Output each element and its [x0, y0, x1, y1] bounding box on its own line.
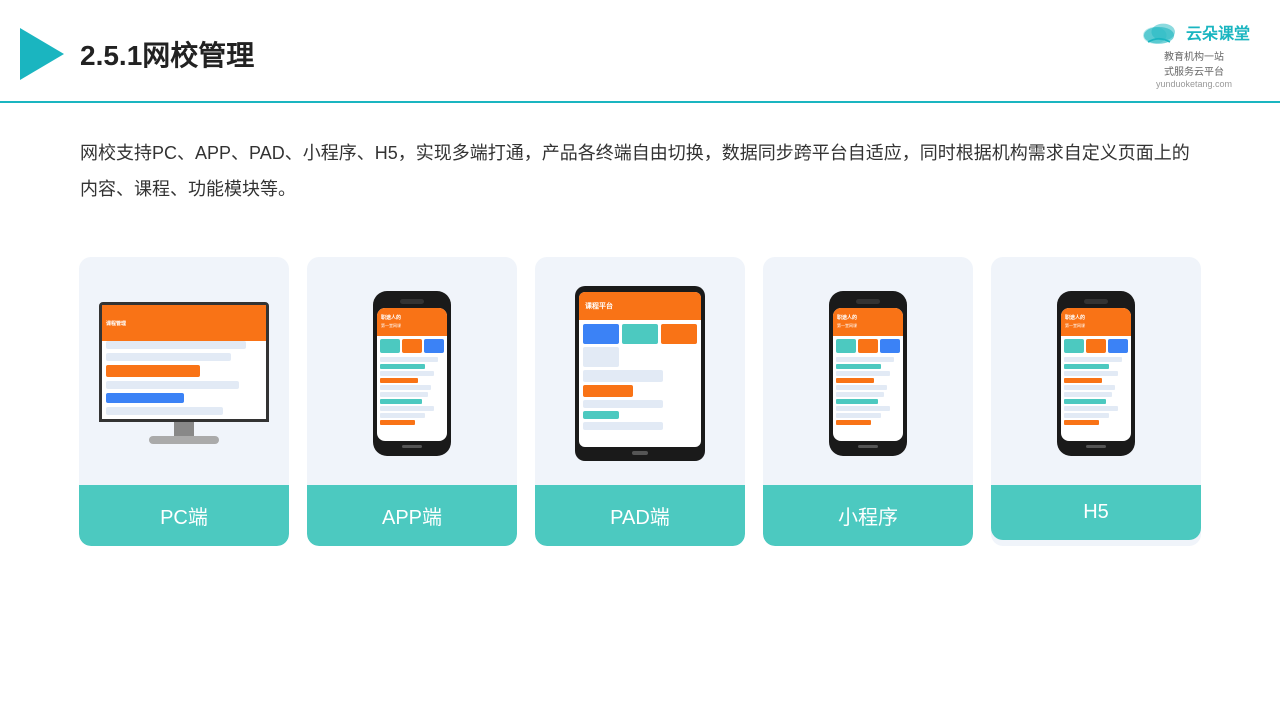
header-left: 2.5.1网校管理: [20, 28, 254, 80]
logo-triangle-icon: [20, 28, 64, 80]
logo-subtitle: 教育机构一站式服务云平台: [1164, 48, 1224, 78]
card-miniprogram-label: 小程序: [763, 485, 973, 546]
cloud-logo: 云朵课堂: [1138, 18, 1250, 46]
cards-container: 课程管理 PC端: [0, 237, 1280, 546]
card-pc-image: 课程管理: [79, 273, 289, 473]
page-title: 2.5.1网校管理: [80, 34, 254, 74]
card-pad-image: 课程平台: [535, 273, 745, 473]
description-text: 网校支持PC、APP、PAD、小程序、H5，实现多端打通，产品各终端自由切换，数…: [0, 103, 1280, 227]
cloud-icon: [1138, 18, 1180, 46]
brand-logo: 云朵课堂 教育机构一站式服务云平台 yunduoketang.com: [1138, 18, 1250, 89]
header: 2.5.1网校管理 云朵课堂 教育机构一站式服务云平台 yunduoketang…: [0, 0, 1280, 103]
card-app: 职途人的 第一堂网课: [307, 257, 517, 546]
card-pc: 课程管理 PC端: [79, 257, 289, 546]
card-app-label: APP端: [307, 485, 517, 546]
card-app-image: 职途人的 第一堂网课: [307, 273, 517, 473]
card-h5-image: 职途人的 第一堂网课: [991, 273, 1201, 473]
card-pad: 课程平台 PAD端: [535, 257, 745, 546]
app-phone-icon: 职途人的 第一堂网课: [373, 291, 451, 456]
card-h5-label: H5: [991, 485, 1201, 540]
card-h5: 职途人的 第一堂网课: [991, 257, 1201, 546]
miniprogram-phone-icon: 职途人的 第一堂网课: [829, 291, 907, 456]
card-pad-label: PAD端: [535, 485, 745, 546]
card-pc-label: PC端: [79, 485, 289, 546]
pc-monitor-icon: 课程管理: [99, 302, 269, 444]
description-content: 网校支持PC、APP、PAD、小程序、H5，实现多端打通，产品各终端自由切换，数…: [80, 143, 1190, 199]
h5-phone-icon: 职途人的 第一堂网课: [1057, 291, 1135, 456]
card-miniprogram: 职途人的 第一堂网课: [763, 257, 973, 546]
logo-name: 云朵课堂: [1186, 20, 1250, 44]
logo-url: yunduoketang.com: [1156, 79, 1232, 89]
pad-tablet-icon: 课程平台: [575, 286, 705, 461]
card-miniprogram-image: 职途人的 第一堂网课: [763, 273, 973, 473]
